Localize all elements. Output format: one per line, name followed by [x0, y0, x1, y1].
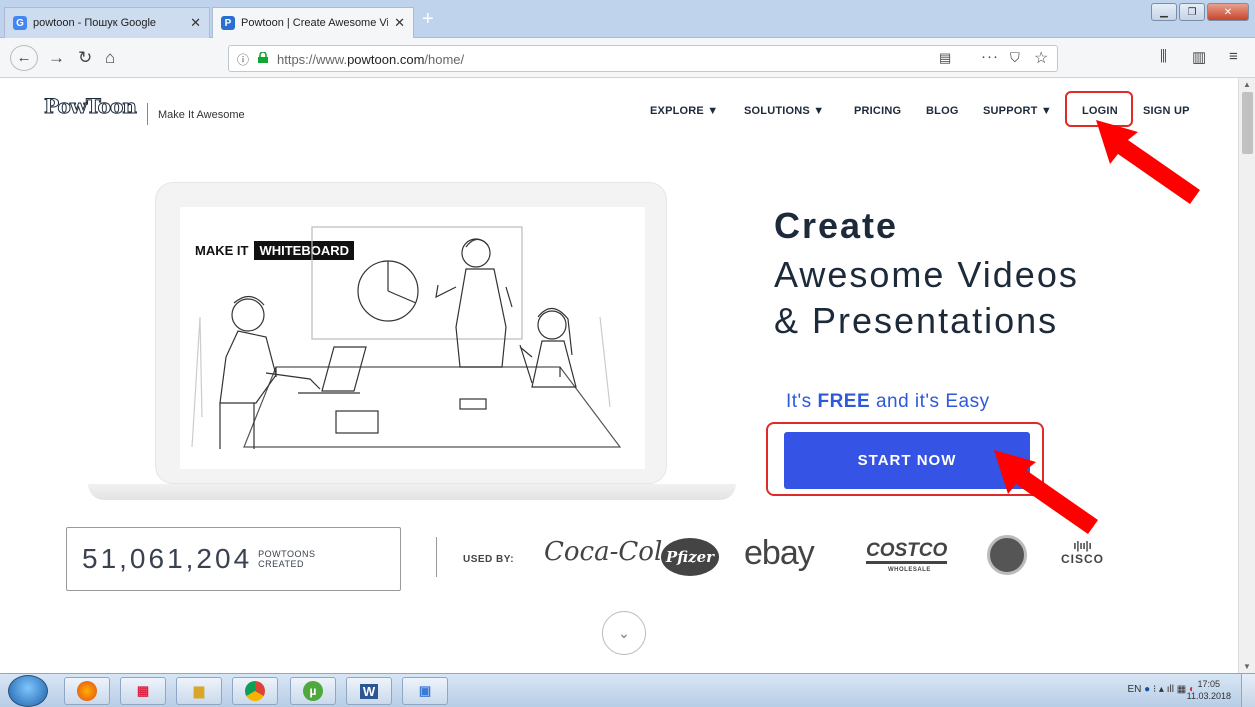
pfizer-logo: Pfizer — [661, 538, 719, 576]
laptop-illustration: MAKE IT WHITEBOARD — [155, 182, 667, 484]
page-actions-icon[interactable]: ··· — [981, 48, 999, 65]
browser-tabstrip: G powtoon - Пошук Google ✕ P Powtoon | C… — [0, 0, 1255, 38]
tagline: Make It Awesome — [158, 109, 245, 121]
url-text: https://www.powtoon.com/home/ — [277, 52, 465, 67]
headline-line-3: & Presentations — [774, 300, 1059, 341]
tab-title: Powtoon | Create Awesome Vic — [241, 17, 389, 29]
back-icon[interactable]: ← — [10, 45, 38, 71]
windows-start-icon[interactable] — [8, 675, 48, 707]
chrome-icon[interactable] — [232, 677, 278, 705]
cisco-logo: ı|ıı|ı CISCO — [1061, 540, 1105, 566]
reader-view-icon[interactable]: ▤ — [939, 50, 951, 66]
powtoon-favicon-icon: P — [221, 16, 235, 30]
close-tab-icon[interactable]: ✕ — [190, 15, 201, 31]
whiteboard-scene: MAKE IT WHITEBOARD — [180, 207, 645, 469]
ebay-logo: ebay — [744, 534, 815, 572]
nav-pricing[interactable]: PRICING — [854, 105, 901, 117]
arrow-to-start-annotation — [994, 450, 1098, 534]
starbucks-logo — [987, 535, 1027, 575]
tab-powtoon[interactable]: P Powtoon | Create Awesome Vic ✕ — [212, 7, 414, 38]
utorrent-icon[interactable]: µ — [290, 677, 336, 705]
clock[interactable]: 17:05 11.03.2018 — [1187, 678, 1231, 702]
nav-signup[interactable]: SIGN UP — [1143, 105, 1190, 117]
brand-separator — [436, 537, 437, 577]
powtoons-counter: 51,061,204 POWTOONS CREATED — [66, 527, 401, 591]
nav-solutions[interactable]: SOLUTIONS ▼ — [744, 105, 824, 117]
nav-blog[interactable]: BLOG — [926, 105, 959, 117]
pocket-icon[interactable]: ⛉ — [1010, 50, 1020, 66]
menu-icon[interactable]: ≡ — [1229, 48, 1238, 65]
info-icon[interactable]: ⓘ — [237, 51, 249, 68]
costco-wholesale-text: WHOLESALE — [888, 567, 931, 573]
minimize-icon[interactable]: ▁ — [1151, 3, 1177, 21]
paint-icon[interactable]: ▦ — [120, 677, 166, 705]
google-icon: G — [13, 16, 27, 30]
library-icon[interactable]: ⫼ — [1160, 48, 1167, 65]
tab-title: powtoon - Пошук Google — [33, 17, 157, 29]
laptop-base — [88, 484, 736, 500]
sidebar-icon[interactable]: ▥ — [1192, 48, 1206, 66]
nav-explore[interactable]: EXPLORE ▼ — [650, 105, 718, 117]
costco-logo: COSTCO — [866, 541, 948, 564]
tab-google-search[interactable]: G powtoon - Пошук Google ✕ — [4, 7, 210, 38]
powtoons-count: 51,061,204 — [82, 543, 253, 574]
screen-root: G powtoon - Пошук Google ✕ P Powtoon | C… — [0, 0, 1255, 707]
forward-icon[interactable]: → — [48, 48, 65, 68]
close-window-icon[interactable]: ✕ — [1207, 3, 1249, 21]
browser-navbar: ← → ↻ ⌂ ⓘ https://www.powtoon.com/home/ … — [0, 38, 1255, 78]
control-panel-icon[interactable]: ▣ — [402, 677, 448, 705]
bookmark-star-icon[interactable]: ☆ — [1034, 48, 1048, 68]
close-tab-icon[interactable]: ✕ — [394, 15, 405, 31]
powtoons-count-label: POWTOONS CREATED — [258, 549, 316, 569]
home-icon[interactable]: ⌂ — [105, 48, 115, 68]
coca-cola-logo: Coca-Cola — [544, 537, 678, 567]
headline-create: Create — [774, 205, 899, 246]
scroll-up-icon[interactable]: ▲ — [1243, 80, 1251, 89]
free-easy-text: It's FREE and it's Easy — [786, 391, 990, 412]
url-bar[interactable]: ⓘ https://www.powtoon.com/home/ ▤ ··· ⛉ … — [228, 45, 1058, 72]
firefox-icon[interactable] — [64, 677, 110, 705]
reload-icon[interactable]: ↻ — [78, 48, 92, 68]
system-tray: EN ● ⁝ ▴ ıll ▦ ◐ — [1127, 684, 1195, 695]
word-icon[interactable]: W — [346, 677, 392, 705]
show-desktop-button[interactable] — [1241, 674, 1255, 707]
webpage: PowToon Make It Awesome EXPLORE ▼ SOLUTI… — [0, 78, 1238, 673]
used-by-label: USED BY: — [463, 554, 515, 565]
lock-icon — [258, 52, 268, 63]
maximize-icon[interactable]: ❐ — [1179, 3, 1205, 21]
arrow-to-login-annotation — [1096, 120, 1200, 204]
scroll-thumb[interactable] — [1242, 92, 1253, 154]
page-scrollbar[interactable]: ▲ ▼ — [1238, 78, 1255, 673]
scroll-down-icon[interactable]: ▼ — [1243, 662, 1251, 671]
windows-taskbar: ▦ ▆ µ W ▣ EN ● ⁝ ▴ ıll ▦ ◐ 17:05 11.03.20… — [0, 673, 1255, 707]
window-controls: ▁ ❐ ✕ — [1151, 3, 1249, 21]
powtoon-logo[interactable]: PowToon — [44, 94, 138, 119]
office-sketch-illustration — [191, 226, 622, 449]
folder-icon[interactable]: ▆ — [176, 677, 222, 705]
scroll-down-chevron-icon[interactable]: ⌄ — [602, 611, 646, 655]
nav-support[interactable]: SUPPORT ▼ — [983, 105, 1052, 117]
headline-line-2: Awesome Videos — [774, 254, 1079, 295]
logo-divider — [147, 103, 148, 125]
new-tab-icon[interactable]: + — [422, 8, 434, 31]
